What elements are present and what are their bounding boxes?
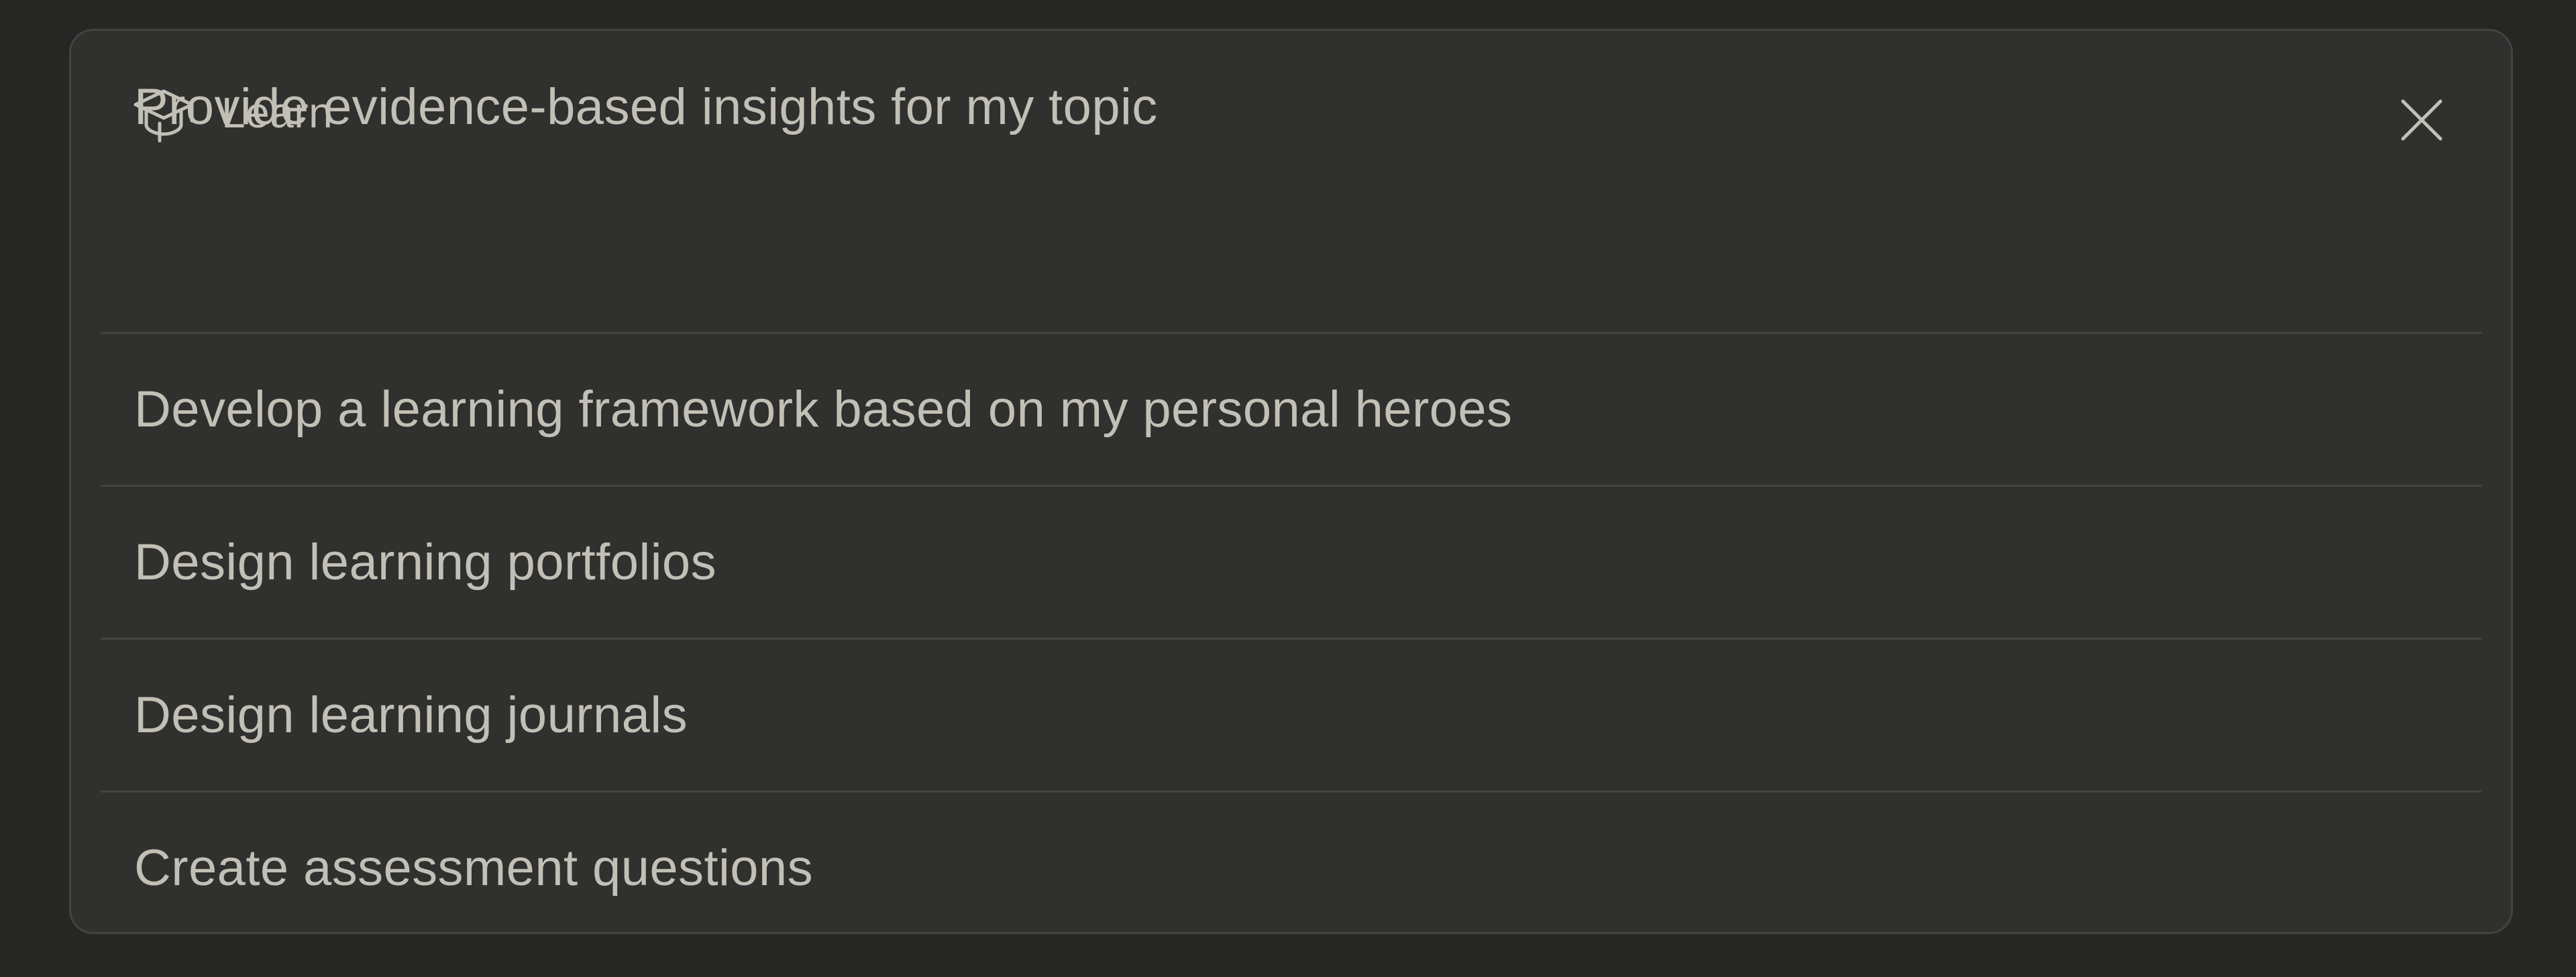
suggestion-label: Create assessment questions (134, 840, 813, 897)
suggestion-item[interactable]: Create assessment questions (101, 793, 2481, 943)
suggestion-label: Design learning portfolios (134, 534, 716, 591)
learn-suggestions-panel: Learn Provide evidence-based insights fo… (69, 29, 2513, 934)
suggestion-list: Provide evidence-based insights for my t… (101, 78, 2481, 943)
suggestion-label: Provide evidence-based insights for my t… (134, 78, 1158, 135)
suggestion-item[interactable]: Develop a learning framework based on my… (101, 334, 2481, 485)
suggestion-label: Develop a learning framework based on my… (134, 381, 1513, 438)
suggestion-item[interactable]: Design learning journals (101, 640, 2481, 791)
suggestion-label: Design learning journals (134, 687, 688, 744)
suggestion-item[interactable]: Provide evidence-based insights for my t… (101, 31, 2481, 332)
suggestion-item[interactable]: Design learning portfolios (101, 487, 2481, 638)
